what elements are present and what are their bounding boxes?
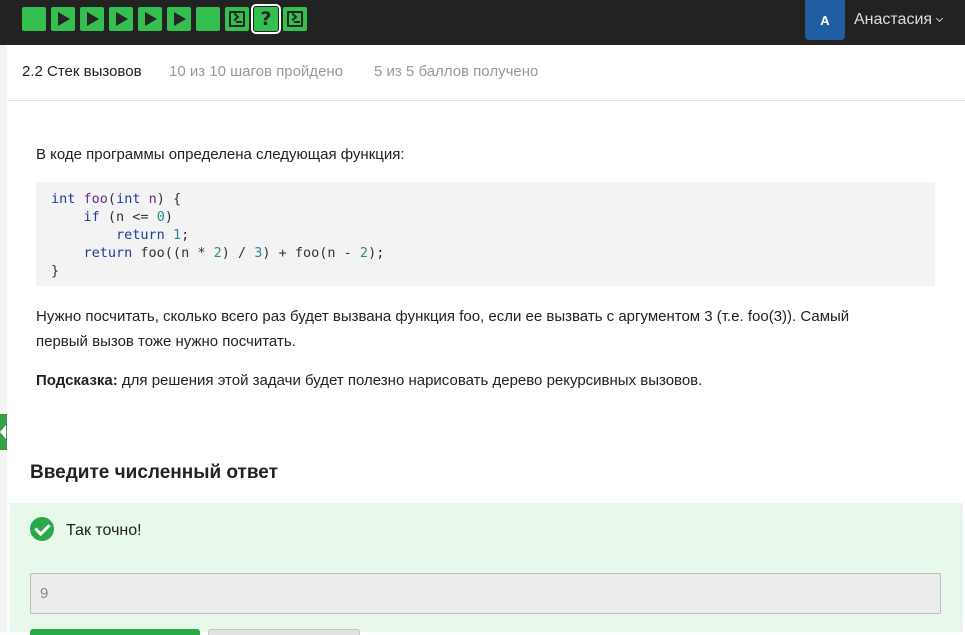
question-icon: ?: [260, 8, 272, 30]
play-icon: [174, 12, 186, 26]
hint-text: Подсказка: для решения этой задачи будет…: [36, 372, 702, 389]
chevron-down-icon: [936, 14, 944, 23]
secondary-button[interactable]: [208, 629, 360, 635]
lesson-title: 2.2 Стек вызовов: [22, 63, 142, 80]
code-line-4: return foo((n * 2) / 3) + foo(n - 2);: [83, 245, 385, 261]
code-line-5: }: [51, 263, 60, 279]
correct-feedback-panel: Так точно! 9: [10, 503, 963, 635]
step-10-terminal-icon[interactable]: [283, 7, 307, 31]
code-block: int foo(int n) { if (n <= 0) return 1; r…: [36, 182, 935, 286]
score-progress: 5 из 5 баллов получено: [374, 63, 539, 80]
code-line-3: return 1;: [116, 227, 190, 243]
step-2-play-icon[interactable]: [51, 7, 75, 31]
lesson-header: 2.2 Стек вызовов 10 из 10 шагов пройдено…: [8, 45, 965, 101]
terminal-icon: [229, 11, 245, 27]
step-5-play-icon[interactable]: [138, 7, 162, 31]
step-1-square-icon[interactable]: [22, 7, 46, 31]
step-7-square-icon[interactable]: [196, 7, 220, 31]
play-icon: [58, 12, 70, 26]
hint-body: для решения этой задачи будет полезно на…: [117, 372, 703, 389]
step-intro-text: В коде программы определена следующая фу…: [36, 146, 405, 163]
question-line-2: первый вызов тоже нужно посчитать.: [36, 333, 296, 350]
question-line-1: Нужно посчитать, сколько всего раз будет…: [36, 308, 850, 325]
step-3-play-icon[interactable]: [80, 7, 104, 31]
step-9-question-icon[interactable]: ?: [251, 4, 281, 34]
top-bar: ? А Анастасия: [0, 0, 965, 45]
hint-label: Подсказка:: [36, 372, 118, 389]
step-navigation: ?: [22, 4, 307, 34]
user-name: Анастасия: [854, 11, 933, 28]
terminal-icon: [287, 11, 303, 27]
question-text: Нужно посчитать, сколько всего раз будет…: [36, 304, 936, 354]
answer-input[interactable]: 9: [30, 573, 941, 614]
check-circle-icon: [30, 517, 54, 541]
step-6-play-icon[interactable]: [167, 7, 191, 31]
code-line-2: if (n <= 0): [83, 209, 173, 225]
play-icon: [87, 12, 99, 26]
user-menu[interactable]: Анастасия: [854, 11, 944, 29]
submit-button[interactable]: [30, 629, 200, 635]
step-8-terminal-icon[interactable]: [225, 7, 249, 31]
left-sidebar-edge: [0, 45, 7, 632]
sidebar-toggle[interactable]: [0, 414, 7, 450]
play-icon: [116, 12, 128, 26]
steps-progress: 10 из 10 шагов пройдено: [169, 63, 344, 80]
step-4-play-icon[interactable]: [109, 7, 133, 31]
play-icon: [145, 12, 157, 26]
feedback-message: Так точно!: [66, 522, 142, 539]
avatar[interactable]: А: [805, 0, 845, 40]
code-line-1: int foo(int n) {: [51, 191, 182, 207]
answer-title: Введите численный ответ: [30, 462, 278, 483]
